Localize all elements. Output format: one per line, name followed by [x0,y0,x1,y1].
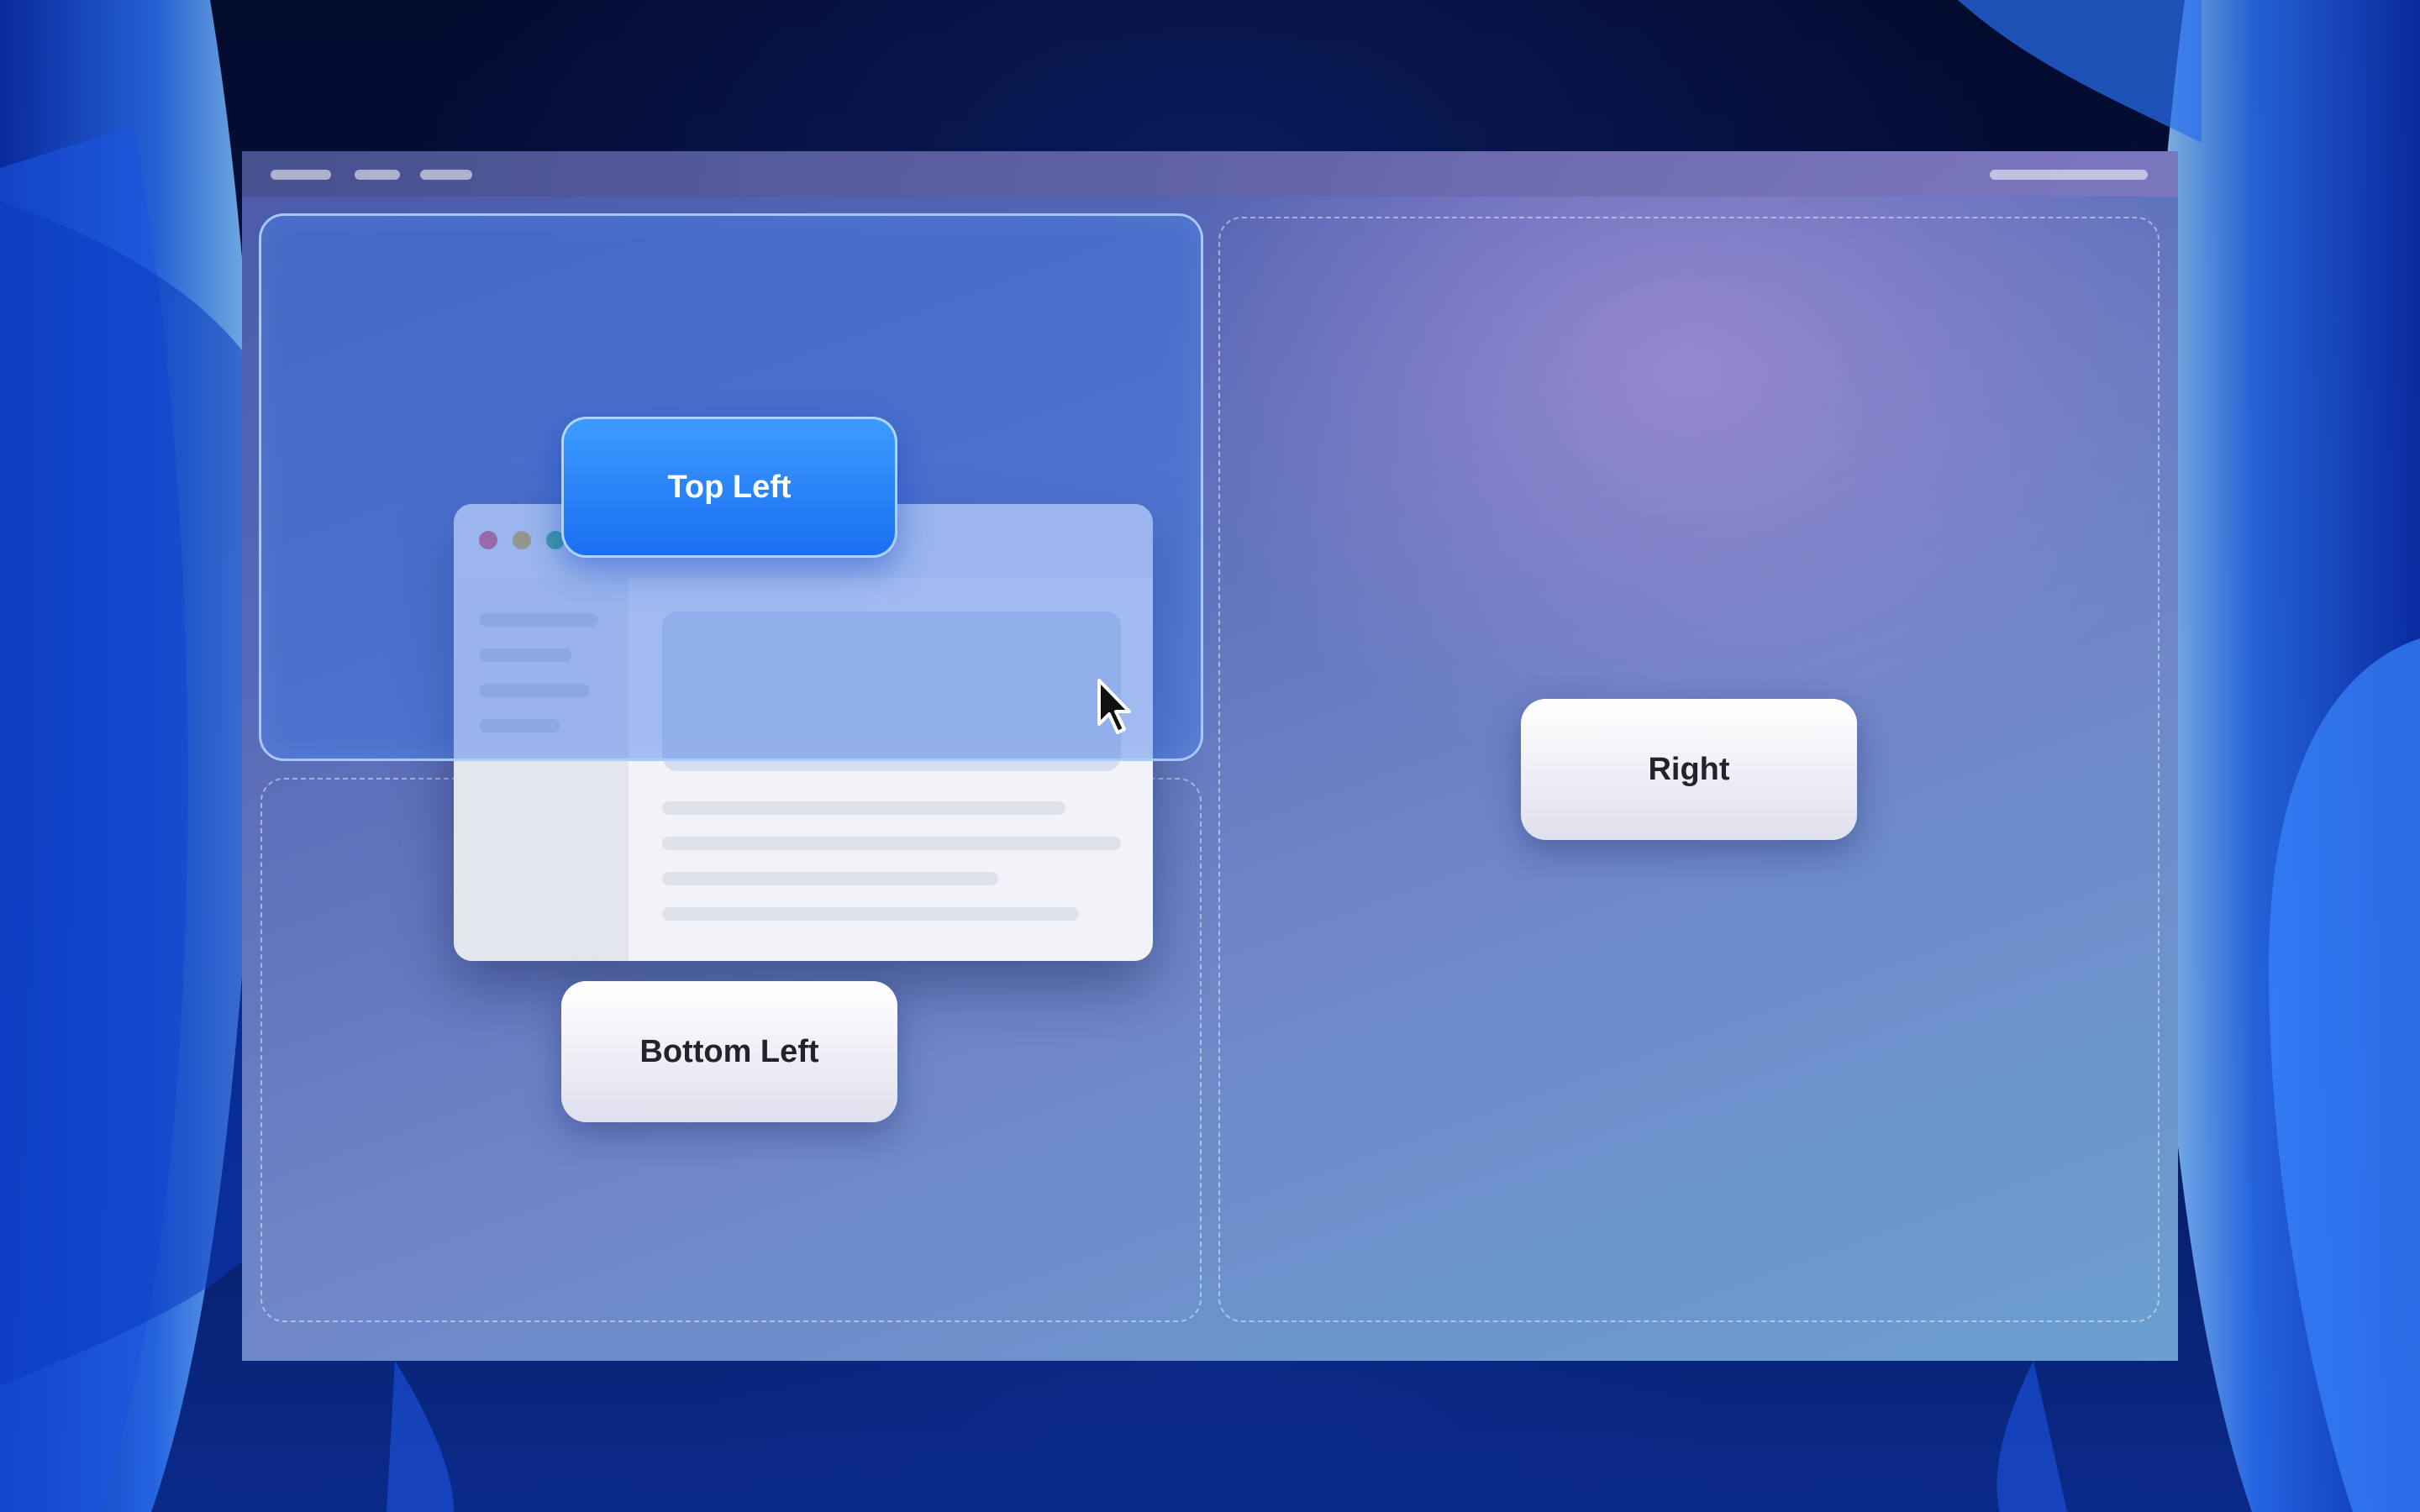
menu-bar-item[interactable] [420,170,472,180]
snap-right-button[interactable]: Right [1521,699,1857,840]
content-line [662,872,998,885]
menu-bar [242,151,2178,197]
content-line [662,907,1079,921]
cursor-arrow-icon [1097,679,1131,734]
content-line [662,801,1065,815]
snap-top-left-button[interactable]: Top Left [561,417,897,558]
content-line [662,837,1121,850]
screen-preview: Top Left Bottom Left Right [242,151,2178,1361]
menu-bar-status [1990,170,2148,180]
menu-bar-item[interactable] [271,170,331,180]
menu-bar-item[interactable] [355,170,400,180]
snap-bottom-left-button[interactable]: Bottom Left [561,981,897,1122]
